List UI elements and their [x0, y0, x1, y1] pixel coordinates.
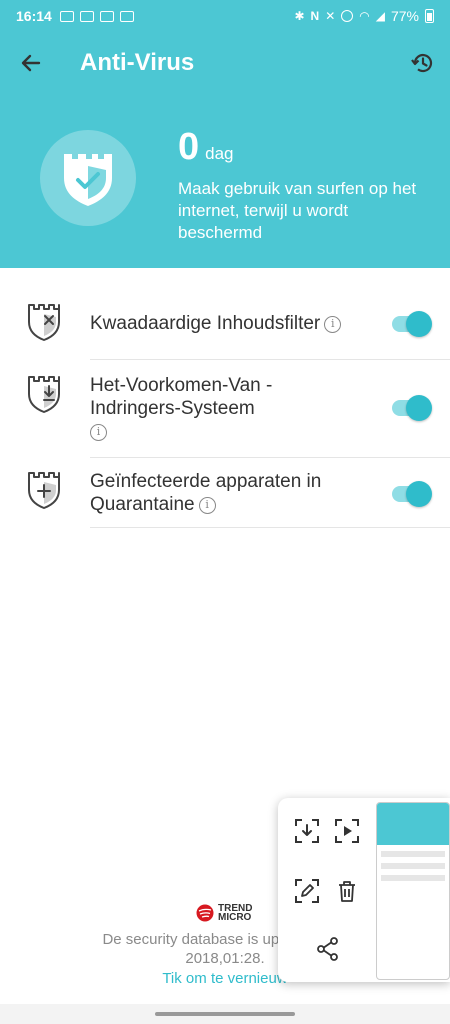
antivirus-header: Anti-Virus 0 dag Maak gebruik van surfen…	[0, 32, 450, 268]
history-button[interactable]	[410, 50, 436, 76]
delete-screenshot-button[interactable]	[334, 878, 360, 904]
trend-micro-logo: TREND MICRO	[196, 903, 253, 923]
feature-label: Kwaadaardige Inhoudsfilter i	[90, 312, 380, 335]
malicious-filter-toggle[interactable]	[392, 311, 432, 337]
save-screenshot-button[interactable]	[294, 818, 320, 844]
toggle-knob	[406, 395, 432, 421]
feature-list: Kwaadaardige Inhoudsfilter i Het-Voorkome…	[0, 288, 450, 528]
divider	[90, 527, 450, 528]
battery-icon	[425, 9, 434, 23]
edit-screenshot-button[interactable]	[294, 878, 320, 904]
shield-plus-icon	[28, 472, 60, 509]
thumbnail-row	[381, 863, 445, 869]
intrusion-prevention-toggle[interactable]	[392, 395, 432, 421]
thumbnail-header	[377, 803, 449, 845]
share-screenshot-button[interactable]	[315, 936, 341, 962]
feature-row-intrusion-prevention[interactable]: Het-Voorkomen-Van -Indringers-Systeem i	[0, 360, 450, 458]
image-icon	[59, 10, 74, 22]
shield-download-icon	[28, 376, 60, 413]
thumbnail-row	[381, 851, 445, 857]
protected-days: 0 dag	[178, 126, 234, 169]
info-icon[interactable]: i	[324, 316, 342, 333]
calendar-icon	[99, 10, 114, 22]
bluetooth-icon: ✱	[294, 9, 305, 23]
play-icon	[335, 819, 359, 843]
trash-icon	[339, 881, 355, 902]
protection-badge	[40, 130, 136, 226]
feature-label: Het-Voorkomen-Van -Indringers-Systeem i	[90, 374, 300, 443]
thumbnail-row	[381, 875, 445, 881]
signal-icon: ◢	[375, 9, 385, 23]
photo-icon	[119, 10, 134, 22]
status-bar: 16:14 ✱ N ✕ ◠ ◢ 77%	[0, 0, 450, 32]
toggle-knob	[406, 311, 432, 337]
toggle-knob	[406, 481, 432, 507]
mute-icon: ✕	[325, 9, 336, 23]
feature-row-malicious-filter[interactable]: Kwaadaardige Inhoudsfilter i	[0, 288, 450, 360]
status-time: 16:14	[16, 8, 52, 24]
days-unit: dag	[205, 144, 234, 163]
wifi-icon: ◠	[359, 9, 370, 23]
feature-label: Geïnfecteerde apparaten in Quarantaine i	[90, 471, 322, 515]
shield-x-icon	[28, 304, 60, 341]
nfc-icon: N	[310, 9, 320, 23]
download-icon	[295, 819, 319, 843]
back-arrow-icon	[21, 54, 41, 72]
home-gesture-handle[interactable]	[155, 1012, 295, 1016]
trend-micro-logo-icon	[196, 904, 214, 922]
back-button[interactable]	[18, 50, 44, 76]
info-icon[interactable]: i	[90, 424, 107, 441]
system-icons: ✱ N ✕ ◠ ◢ 77%	[294, 8, 434, 24]
history-icon	[411, 54, 433, 73]
screen-record-button[interactable]	[334, 818, 360, 844]
feature-row-quarantine[interactable]: Geïnfecteerde apparaten in Quarantaine i	[0, 458, 450, 528]
page-title: Anti-Virus	[80, 49, 195, 76]
info-icon[interactable]: i	[198, 497, 216, 514]
notification-icons	[59, 10, 134, 22]
database-date: 2018,01:28.	[185, 950, 265, 967]
brand-name: TREND MICRO	[218, 903, 253, 923]
quarantine-toggle[interactable]	[392, 481, 432, 507]
screenshot-thumbnail[interactable]	[376, 802, 450, 980]
protection-description: Maak gebruik van surfen op het internet,…	[178, 179, 417, 242]
days-count: 0	[178, 126, 200, 168]
pencil-icon	[295, 879, 319, 903]
alarm-icon	[341, 10, 354, 22]
shield-check-icon	[64, 154, 112, 206]
battery-percent: 77%	[390, 8, 419, 24]
share-icon	[317, 937, 338, 961]
laptop-icon	[79, 10, 94, 22]
screenshot-toolbar	[278, 798, 450, 982]
navigation-bar	[0, 1004, 450, 1024]
